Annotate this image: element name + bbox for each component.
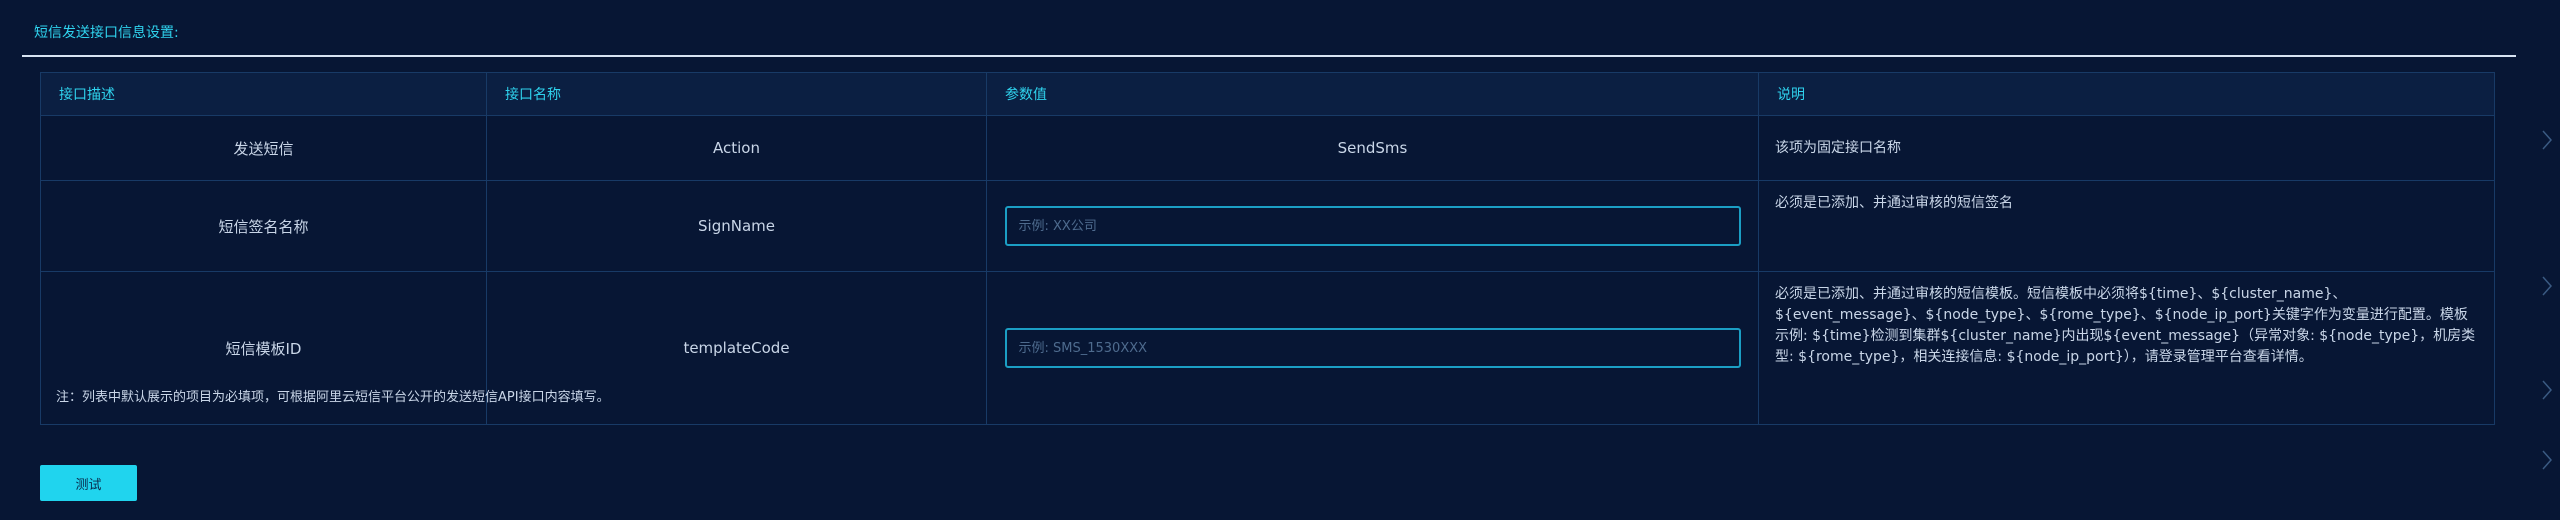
cell-notes: 必须是已添加、并通过审核的短信模板。短信模板中必须将${time}、${clus… [1758, 271, 2495, 425]
table-row: 发送短信 Action SendSms 该项为固定接口名称 [40, 115, 2495, 181]
cell-interface-description: 发送短信 [40, 115, 487, 181]
title-divider [22, 55, 2516, 57]
footer-note: 注：列表中默认展示的项目为必填项，可根据阿里云短信平台公开的发送短信API接口内… [56, 390, 610, 405]
cell-interface-name: SignName [486, 180, 987, 272]
cell-parameter-value [986, 180, 1759, 272]
column-header-description: 接口描述 [40, 72, 487, 116]
cell-notes: 该项为固定接口名称 [1758, 115, 2495, 181]
column-header-name: 接口名称 [486, 72, 987, 116]
column-header-value: 参数值 [986, 72, 1759, 116]
template-code-input[interactable] [1004, 328, 1741, 368]
chevron-right-icon[interactable] [2540, 274, 2554, 298]
sign-name-input[interactable] [1004, 206, 1741, 246]
cell-parameter-value: SendSms [986, 115, 1759, 181]
cell-notes: 必须是已添加、并通过审核的短信签名 [1758, 180, 2495, 272]
column-header-notes: 说明 [1758, 72, 2495, 116]
section-title: 短信发送接口信息设置: [34, 25, 179, 41]
sms-api-table: 接口描述 接口名称 参数值 说明 发送短信 Action SendSms 该项为… [40, 72, 2495, 425]
test-button[interactable]: 测试 [40, 465, 137, 501]
chevron-right-icon[interactable] [2540, 378, 2554, 402]
chevron-right-icon[interactable] [2540, 448, 2554, 472]
table-header-row: 接口描述 接口名称 参数值 说明 [40, 72, 2495, 116]
table-row: 短信签名名称 SignName 必须是已添加、并通过审核的短信签名 [40, 180, 2495, 272]
cell-interface-name: Action [486, 115, 987, 181]
cell-parameter-value [986, 271, 1759, 425]
chevron-right-icon[interactable] [2540, 128, 2554, 152]
cell-interface-description: 短信签名名称 [40, 180, 487, 272]
